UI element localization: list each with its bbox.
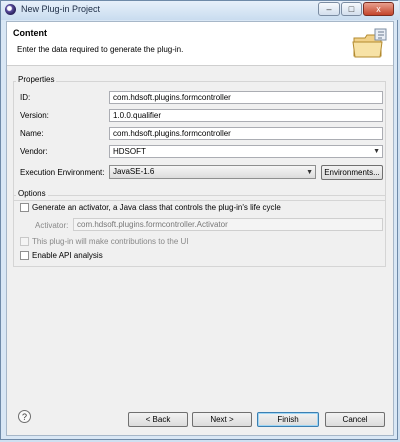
page-title: Content xyxy=(13,28,47,38)
activator-label: Activator: xyxy=(35,221,69,230)
next-button[interactable]: Next > xyxy=(192,412,252,427)
wizard-window: New Plug-in Project – □ x Content Enter … xyxy=(0,0,399,440)
properties-group-title: Properties xyxy=(16,75,57,84)
name-field[interactable]: com.hdsoft.plugins.formcontroller xyxy=(109,127,383,140)
id-field[interactable]: com.hdsoft.plugins.formcontroller xyxy=(109,91,383,104)
maximize-button[interactable]: □ xyxy=(341,2,362,16)
wizard-content: Content Enter the data required to gener… xyxy=(6,21,394,436)
execution-environment-label: Execution Environment: xyxy=(20,168,105,177)
activator-field[interactable]: com.hdsoft.plugins.formcontroller.Activa… xyxy=(73,218,383,231)
eclipse-icon xyxy=(5,4,16,15)
generate-activator-label[interactable]: Generate an activator, a Java class that… xyxy=(32,203,281,212)
ui-contributions-checkbox[interactable] xyxy=(20,237,29,246)
id-label: ID: xyxy=(20,93,31,102)
close-button[interactable]: x xyxy=(363,2,394,16)
folder-wizard-icon xyxy=(352,28,387,58)
back-button[interactable]: < Back xyxy=(128,412,188,427)
version-label: Version: xyxy=(20,111,49,120)
api-analysis-label[interactable]: Enable API analysis xyxy=(32,251,103,260)
help-icon[interactable]: ? xyxy=(18,410,31,423)
api-analysis-checkbox[interactable] xyxy=(20,251,29,260)
execution-environment-value: JavaSE-1.6 xyxy=(113,167,155,176)
window-title: New Plug-in Project xyxy=(21,4,101,14)
vendor-label: Vendor: xyxy=(20,147,48,156)
generate-activator-checkbox[interactable] xyxy=(20,203,29,212)
vendor-combo[interactable]: HDSOFT ▼ xyxy=(109,145,383,158)
page-description: Enter the data required to generate the … xyxy=(17,45,184,54)
name-label: Name: xyxy=(20,129,44,138)
title-bar[interactable]: New Plug-in Project – □ x xyxy=(1,1,399,20)
environments-button[interactable]: Environments... xyxy=(321,165,383,180)
vendor-value: HDSOFT xyxy=(113,147,146,156)
version-field[interactable]: 1.0.0.qualifier xyxy=(109,109,383,122)
chevron-down-icon[interactable]: ▼ xyxy=(306,167,313,179)
finish-button[interactable]: Finish xyxy=(257,412,319,427)
wizard-header: Content Enter the data required to gener… xyxy=(7,22,393,66)
ui-contributions-label: This plug-in will make contributions to … xyxy=(32,237,189,246)
options-group-title: Options xyxy=(16,189,48,198)
execution-environment-select[interactable]: JavaSE-1.6 ▼ xyxy=(109,165,316,179)
chevron-down-icon[interactable]: ▼ xyxy=(373,146,380,157)
minimize-button[interactable]: – xyxy=(318,2,340,16)
cancel-button[interactable]: Cancel xyxy=(325,412,385,427)
